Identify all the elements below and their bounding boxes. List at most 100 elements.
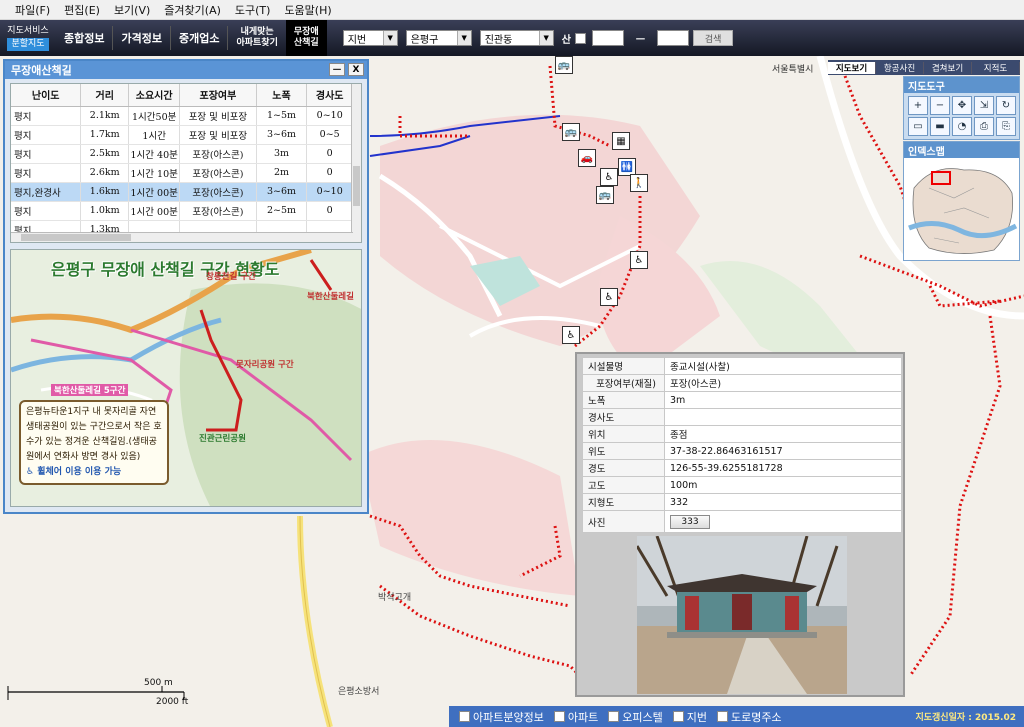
save-icon[interactable]: ⎘	[996, 117, 1016, 136]
table-cell: 0	[306, 201, 353, 221]
table-row[interactable]: 평지 2.5km 1시간 40분 포장(아스콘) 3m 0	[11, 144, 353, 164]
layer-checkbox[interactable]	[608, 711, 620, 722]
wheelchair-icon[interactable]: ♿	[562, 326, 580, 344]
distance-measure-icon[interactable]: ▬	[930, 117, 950, 136]
pan-icon[interactable]: ✥	[952, 96, 972, 115]
zoom-out-icon[interactable]: −	[930, 96, 950, 115]
lot-sub-input[interactable]	[657, 30, 690, 46]
column-header[interactable]: 거리	[80, 84, 130, 107]
label-jingwan-park: 진관근린공원	[199, 434, 246, 444]
layer-checkbox[interactable]	[672, 711, 684, 722]
mountain-label: 산	[561, 34, 571, 46]
map-service-toggle[interactable]: 지도서비스 분할지도	[0, 20, 56, 56]
label-changneung: 창릉천길 구간	[206, 272, 256, 282]
car-icon[interactable]: 🚗	[578, 149, 596, 167]
index-map[interactable]	[904, 158, 1019, 260]
table-cell: 0~10	[306, 106, 353, 126]
layer-checkbox[interactable]	[716, 711, 728, 722]
nav-comprehensive-info[interactable]: 종합정보	[56, 20, 112, 56]
wheelchair-icon[interactable]: ♿	[600, 168, 618, 186]
column-header[interactable]: 경사도	[306, 84, 353, 107]
table-cell: 포장(아스콘)	[179, 201, 257, 221]
table-row[interactable]: 평지 2.1km 1시간50분 포장 및 비포장 1~5m 0~10	[11, 106, 353, 126]
layer-toggle-0[interactable]: 아파트분양정보	[459, 709, 544, 725]
layer-toggle-bar: 아파트분양정보 아파트 오피스텔 지번 도로명주소 지도갱신일자 : 2015.02	[449, 706, 1024, 727]
tab-aerial[interactable]: 항공사진	[876, 61, 924, 74]
address-type-select[interactable]: 지번 ▼	[342, 30, 398, 46]
label-motjari: 못자리공원 구간	[236, 360, 294, 370]
map-tools-panel: 지도도구 + − ✥ ⇲ ↻ ▭ ▬ ◔ ⎙ ⎘	[903, 76, 1020, 140]
table-cell: 1.6km	[80, 182, 130, 202]
chevron-down-icon: ▼	[382, 31, 397, 45]
pedestrian-icon[interactable]: 🚶	[630, 174, 648, 192]
map-update-date: 지도갱신일자 : 2015.02	[915, 713, 1016, 723]
dong-select[interactable]: 진관동 ▼	[479, 30, 554, 46]
close-button[interactable]: X	[348, 63, 364, 76]
tab-overlay[interactable]: 겹쳐보기	[924, 61, 972, 74]
map-tools-title: 지도도구	[904, 77, 1019, 93]
wheelchair-icon[interactable]: ♿	[630, 251, 648, 269]
area-measure-icon[interactable]: ▭	[908, 117, 928, 136]
mountain-checkbox[interactable]	[574, 32, 586, 44]
nav-price-info[interactable]: 가격정보	[113, 20, 169, 56]
building-icon[interactable]: ▦	[612, 132, 630, 150]
bus-icon[interactable]: 🚌	[596, 186, 614, 204]
photo-button[interactable]: 333	[670, 514, 710, 529]
trail-table-container: 난이도 거리 소요시간 포장여부 노폭 경사도 평지 2.1km 1시간50분 포장 및 비포장…	[10, 83, 362, 243]
nav-find-apartment[interactable]: 내게맞는 아파트찾기	[228, 20, 285, 56]
column-header[interactable]: 노폭	[256, 84, 308, 107]
tab-cadastral[interactable]: 지적도	[972, 61, 1020, 74]
label-bukhansan-5: 북한산둘레길 5구간	[51, 384, 129, 396]
table-cell: 평지	[11, 125, 82, 145]
tab-map-view[interactable]: 지도보기	[828, 61, 876, 74]
table-cell: 포장 및 비포장	[179, 106, 257, 126]
radius-icon[interactable]: ◔	[952, 117, 972, 136]
layer-toggle-3[interactable]: 지번	[672, 709, 707, 725]
menu-item-2[interactable]: 보기(V)	[107, 2, 157, 18]
district-select[interactable]: 은평구 ▼	[405, 30, 472, 46]
table-row[interactable]: 평지 2.6km 1시간 10분 포장(아스콘) 2m 0	[11, 163, 353, 183]
print-icon[interactable]: ⎙	[974, 117, 994, 136]
layer-toggle-4[interactable]: 도로명주소	[716, 709, 782, 725]
nav-barrier-free-trail[interactable]: 무장애 산책길	[285, 20, 327, 56]
column-header[interactable]: 포장여부	[179, 84, 257, 107]
layer-checkbox[interactable]	[553, 711, 565, 722]
table-cell: 1~5m	[256, 106, 308, 126]
info-value	[664, 408, 902, 426]
extent-icon[interactable]: ⇲	[974, 96, 994, 115]
zoom-in-icon[interactable]: +	[908, 96, 928, 115]
bus-icon[interactable]: 🚌	[555, 56, 573, 74]
refresh-icon[interactable]: ↻	[996, 96, 1016, 115]
menu-item-4[interactable]: 도구(T)	[228, 2, 278, 18]
table-row[interactable]: 평지 1.7km 1시간 포장 및 비포장 3~6m 0~5	[11, 125, 353, 145]
info-key: 고도	[582, 476, 665, 494]
bus-icon[interactable]: 🚌	[562, 123, 580, 141]
map-label-bakseok: 박석고개	[378, 593, 412, 603]
info-row: 지형도 332	[582, 493, 902, 511]
horizontal-scrollbar[interactable]	[11, 232, 353, 242]
index-map-title: 인덱스맵	[904, 142, 1019, 158]
column-header[interactable]: 소요시간	[128, 84, 181, 107]
minimize-button[interactable]: ㅡ	[329, 63, 345, 76]
layer-label: 아파트분양정보	[473, 710, 544, 724]
menu-item-0[interactable]: 파일(F)	[8, 2, 57, 18]
vertical-scrollbar[interactable]	[351, 84, 361, 242]
wheelchair-icon[interactable]: ♿	[600, 288, 618, 306]
scale-feet: 2000 ft	[156, 697, 189, 707]
search-button[interactable]: 검색	[693, 30, 734, 46]
table-row[interactable]: 평지,완경사 1.6km 1시간 00분 포장(아스콘) 3~6m 0~10	[11, 182, 353, 202]
table-row[interactable]: 평지 1.0km 1시간 00분 포장(아스콘) 2~5m 0	[11, 201, 353, 221]
menu-item-3[interactable]: 즐겨찾기(A)	[157, 2, 228, 18]
table-cell: 1시간 00분	[128, 201, 181, 221]
wheelchair-accessible-text: ♿ 휠체어 이용 이용 가능	[26, 467, 122, 477]
layer-toggle-2[interactable]: 오피스텔	[608, 709, 663, 725]
nav-brokers[interactable]: 중개업소	[171, 20, 227, 56]
menu-item-5[interactable]: 도움말(H)	[277, 2, 338, 18]
layer-checkbox[interactable]	[459, 711, 470, 722]
layer-toggle-1[interactable]: 아파트	[553, 709, 598, 725]
panel-title: 무장애산책길	[11, 64, 72, 77]
lot-main-input[interactable]	[591, 30, 624, 46]
column-header[interactable]: 난이도	[11, 84, 82, 107]
menu-item-1[interactable]: 편집(E)	[57, 2, 107, 18]
info-key: 포장여부(재질)	[582, 374, 665, 392]
